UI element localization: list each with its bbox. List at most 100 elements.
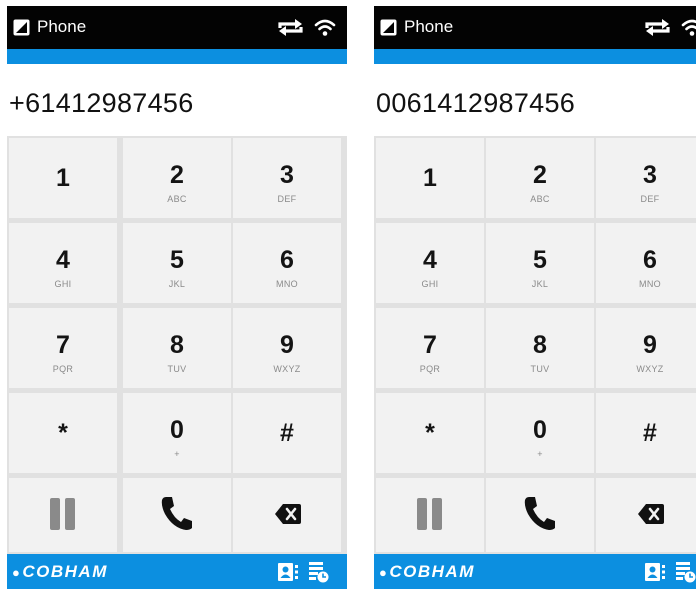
key-digit: 5 bbox=[533, 246, 547, 274]
key-6[interactable]: 6 MNO bbox=[596, 223, 696, 303]
brand-text: COBHAM bbox=[22, 562, 108, 581]
key-letters: TUV bbox=[530, 364, 550, 374]
key-letters: MNO bbox=[639, 279, 661, 289]
key-star[interactable]: * bbox=[9, 393, 117, 473]
key-hash[interactable]: # bbox=[233, 393, 341, 473]
key-digit: 8 bbox=[533, 331, 547, 359]
phone-app-icon bbox=[380, 19, 397, 36]
key-1[interactable]: 1 bbox=[9, 138, 117, 218]
brand-logo: ●COBHAM bbox=[379, 562, 475, 581]
key-digit: 3 bbox=[643, 161, 657, 189]
key-digit: 7 bbox=[423, 331, 437, 359]
key-digit: 8 bbox=[170, 331, 184, 359]
key-8[interactable]: 8 TUV bbox=[486, 308, 594, 388]
key-letters: PQR bbox=[52, 364, 74, 374]
key-letters: GHI bbox=[54, 279, 72, 289]
key-3[interactable]: 3 DEF bbox=[596, 138, 696, 218]
key-digit: 1 bbox=[423, 164, 437, 192]
key-7[interactable]: 7 PQR bbox=[9, 308, 117, 388]
key-digit: * bbox=[425, 419, 435, 447]
contacts-icon[interactable] bbox=[278, 563, 298, 581]
key-letters: WXYZ bbox=[273, 364, 301, 374]
key-digit: # bbox=[643, 419, 657, 447]
key-hash[interactable]: # bbox=[596, 393, 696, 473]
key-letters: MNO bbox=[276, 279, 298, 289]
key-digit: 6 bbox=[643, 246, 657, 274]
call-log-icon[interactable] bbox=[307, 561, 329, 583]
accent-bar bbox=[374, 49, 696, 64]
key-star[interactable]: * bbox=[376, 393, 484, 473]
key-digit: 3 bbox=[280, 161, 294, 189]
phone-call-icon bbox=[123, 478, 231, 552]
delete-button[interactable] bbox=[596, 478, 696, 552]
accent-bar bbox=[7, 49, 347, 64]
key-digit: 9 bbox=[643, 331, 657, 359]
key-letters: ABC bbox=[530, 194, 550, 204]
sync-icon bbox=[645, 19, 670, 36]
pause-icon bbox=[376, 478, 484, 552]
key-letters: GHI bbox=[421, 279, 439, 289]
key-digit: * bbox=[58, 419, 68, 447]
key-2[interactable]: 2 ABC bbox=[486, 138, 594, 218]
keypad: 1 2 ABC 3 DEF 4 GHI 5 JKL 6 MNO 7 PQR 8 … bbox=[7, 136, 347, 554]
wifi-icon bbox=[681, 19, 696, 36]
key-digit: 5 bbox=[170, 246, 184, 274]
app-title: Phone bbox=[37, 17, 87, 36]
pause-icon bbox=[9, 478, 117, 552]
key-letters: JKL bbox=[168, 279, 186, 289]
contacts-icon[interactable] bbox=[645, 563, 665, 581]
brand-logo: ●COBHAM bbox=[12, 562, 108, 581]
key-2[interactable]: 2 ABC bbox=[123, 138, 231, 218]
key-digit: 9 bbox=[280, 331, 294, 359]
key-digit: 4 bbox=[56, 246, 70, 274]
dialed-number-display[interactable]: 0061412987456 bbox=[376, 88, 575, 119]
dialed-number-display[interactable]: +61412987456 bbox=[9, 88, 194, 119]
key-letters: WXYZ bbox=[636, 364, 664, 374]
key-0[interactable]: 0 + bbox=[123, 393, 231, 473]
keypad: 1 2 ABC 3 DEF 4 GHI 5 JKL 6 MNO 7 PQR 8 … bbox=[374, 136, 696, 554]
key-digit: 4 bbox=[423, 246, 437, 274]
call-log-icon[interactable] bbox=[674, 561, 696, 583]
phone-screen-right: Phone 0061412987456 1 2 ABC 3 DEF 4 GHI … bbox=[374, 6, 696, 589]
app-title: Phone bbox=[404, 17, 454, 36]
key-letters: JKL bbox=[531, 279, 549, 289]
key-1[interactable]: 1 bbox=[376, 138, 484, 218]
dialer-app: Phone 0061412987456 1 2 ABC 3 DEF 4 GHI … bbox=[374, 6, 696, 589]
key-letters: DEF bbox=[277, 194, 297, 204]
key-letters: DEF bbox=[640, 194, 660, 204]
key-letters: + bbox=[537, 449, 543, 459]
call-button[interactable] bbox=[486, 478, 594, 552]
key-0[interactable]: 0 + bbox=[486, 393, 594, 473]
pause-button[interactable] bbox=[376, 478, 484, 552]
phone-app-icon bbox=[13, 19, 30, 36]
brand-text: COBHAM bbox=[389, 562, 475, 581]
dialer-app: Phone +61412987456 1 2 ABC 3 DEF 4 GHI 5… bbox=[7, 6, 347, 589]
delete-button[interactable] bbox=[233, 478, 341, 552]
key-digit: 7 bbox=[56, 331, 70, 359]
pause-button[interactable] bbox=[9, 478, 117, 552]
status-bar: Phone bbox=[7, 6, 347, 49]
key-5[interactable]: 5 JKL bbox=[123, 223, 231, 303]
status-bar: Phone bbox=[374, 6, 696, 49]
key-4[interactable]: 4 GHI bbox=[9, 223, 117, 303]
key-digit: # bbox=[280, 419, 294, 447]
sync-icon bbox=[278, 19, 303, 36]
key-digit: 2 bbox=[170, 161, 184, 189]
key-letters: ABC bbox=[167, 194, 187, 204]
key-9[interactable]: 9 WXYZ bbox=[233, 308, 341, 388]
key-9[interactable]: 9 WXYZ bbox=[596, 308, 696, 388]
key-digit: 6 bbox=[280, 246, 294, 274]
key-8[interactable]: 8 TUV bbox=[123, 308, 231, 388]
backspace-icon bbox=[596, 478, 696, 552]
call-button[interactable] bbox=[123, 478, 231, 552]
key-3[interactable]: 3 DEF bbox=[233, 138, 341, 218]
key-7[interactable]: 7 PQR bbox=[376, 308, 484, 388]
bottom-bar: ●COBHAM bbox=[374, 554, 696, 589]
key-5[interactable]: 5 JKL bbox=[486, 223, 594, 303]
bottom-bar: ●COBHAM bbox=[7, 554, 347, 589]
key-digit: 2 bbox=[533, 161, 547, 189]
key-4[interactable]: 4 GHI bbox=[376, 223, 484, 303]
key-6[interactable]: 6 MNO bbox=[233, 223, 341, 303]
key-letters: PQR bbox=[419, 364, 441, 374]
phone-screen-left: Phone +61412987456 1 2 ABC 3 DEF 4 GHI 5… bbox=[7, 6, 347, 589]
